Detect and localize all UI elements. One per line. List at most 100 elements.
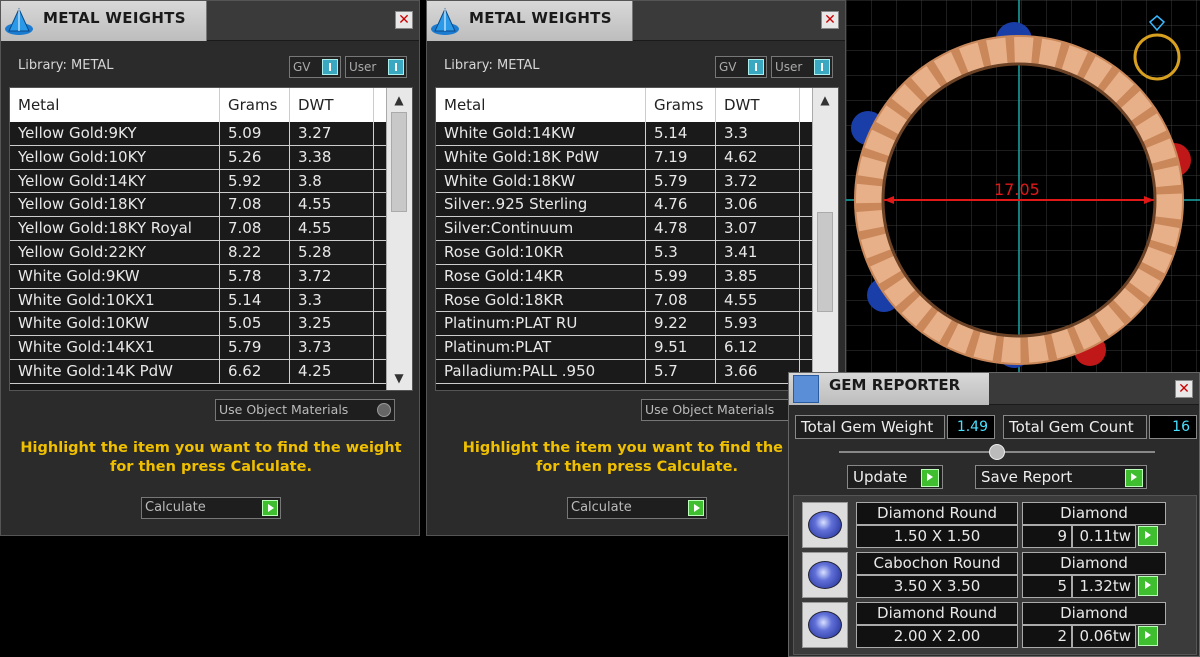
instruction-line-2: for then press Calculate. — [536, 459, 738, 475]
gv-toggle[interactable]: GV — [715, 56, 767, 78]
update-button[interactable]: Update — [847, 465, 943, 489]
gem-material: Diamond — [1022, 552, 1166, 575]
table-row[interactable]: Palladium:PALL .950 5.7 3.66 — [436, 359, 814, 384]
gv-toggle[interactable]: GV — [289, 56, 341, 78]
user-toggle[interactable]: User — [345, 56, 407, 78]
grams-cell: 5.7 — [646, 359, 716, 383]
scroll-up-icon[interactable]: ▲ — [387, 90, 411, 110]
panel-divider-slider[interactable] — [839, 444, 1155, 460]
column-header-dwt[interactable]: DWT — [716, 88, 800, 122]
scroll-down-icon[interactable]: ▼ — [387, 368, 411, 388]
grams-cell: 7.19 — [646, 145, 716, 169]
table-row[interactable]: White Gold:10KW 5.05 3.25 — [10, 312, 388, 337]
column-header-metal[interactable]: Metal — [436, 88, 646, 122]
table-row[interactable]: Silver:Continuum 4.78 3.07 — [436, 217, 814, 241]
dwt-cell: 4.55 — [716, 288, 800, 312]
dwt-cell: 3.38 — [290, 145, 374, 169]
calculate-label: Calculate — [571, 500, 632, 515]
dwt-cell: 3.72 — [290, 264, 374, 288]
column-header-metal[interactable]: Metal — [10, 88, 220, 122]
column-header-grams[interactable]: Grams — [220, 88, 290, 122]
close-icon[interactable]: ✕ — [395, 11, 413, 29]
total-gem-count-value: 16 — [1149, 415, 1197, 439]
gem-thumbnail — [802, 502, 848, 548]
gem-reporter-titlebar[interactable]: GEM REPORTER ✕ — [789, 373, 1199, 405]
table-row[interactable]: Platinum:PLAT 9.51 6.12 — [436, 336, 814, 360]
table-rows: White Gold:14KW 5.14 3.3 White Gold:18K Pd… — [436, 122, 814, 384]
table-row[interactable]: Yellow Gold:22KY 8.22 5.28 — [10, 240, 388, 265]
table-row[interactable]: White Gold:14K PdW 6.62 4.25 — [10, 359, 388, 384]
slider-knob[interactable] — [989, 444, 1005, 460]
scrollbar-thumb[interactable] — [391, 112, 407, 212]
panel-title: METAL WEIGHTS — [43, 9, 186, 27]
metal-cell: Platinum:PLAT RU — [436, 312, 646, 336]
metal-cell: Rose Gold:10KR — [436, 240, 646, 264]
column-header-grams[interactable]: Grams — [646, 88, 716, 122]
metal-cell: Yellow Gold:18KY — [10, 193, 220, 217]
grams-cell: 7.08 — [220, 193, 290, 217]
table-row[interactable]: White Gold:14KX1 5.79 3.73 — [10, 336, 388, 360]
grams-cell: 4.76 — [646, 193, 716, 217]
metal-cell: Palladium:PALL .950 — [436, 359, 646, 383]
table-row[interactable]: White Gold:9KW 5.78 3.72 — [10, 264, 388, 289]
gem-list: Diamond Round 1.50 X 1.50 Diamond 9 0.11… — [793, 495, 1197, 655]
table-scrollbar[interactable]: ▲ ▼ — [386, 88, 412, 390]
play-arrow-icon[interactable] — [1138, 576, 1158, 596]
table-row[interactable]: Yellow Gold:9KY 5.09 3.27 — [10, 122, 388, 146]
table-row[interactable]: White Gold:14KW 5.14 3.3 — [436, 122, 814, 146]
calculate-button[interactable]: Calculate — [567, 497, 707, 519]
metal-table: Metal Grams DWT White Gold:14KW 5.14 3.3 W… — [435, 87, 839, 391]
panel-tab: METAL WEIGHTS — [427, 1, 633, 41]
play-arrow-icon[interactable] — [1138, 526, 1158, 546]
instruction-line-2: for then press Calculate. — [110, 459, 312, 475]
metal-cell: Yellow Gold:18KY Royal — [10, 217, 220, 241]
table-row[interactable]: Platinum:PLAT RU 9.22 5.93 — [436, 312, 814, 337]
table-row[interactable]: Rose Gold:14KR 5.99 3.85 — [436, 264, 814, 289]
calculate-button[interactable]: Calculate — [141, 497, 281, 519]
scroll-up-icon[interactable]: ▲ — [813, 90, 837, 110]
app-logo-icon — [5, 7, 33, 35]
grams-cell: 8.22 — [220, 240, 290, 264]
table-row[interactable]: Silver:.925 Sterling 4.76 3.06 — [436, 193, 814, 218]
use-object-materials-toggle[interactable]: Use Object Materials — [215, 399, 395, 421]
panel-titlebar[interactable]: METAL WEIGHTS ✕ — [1, 1, 419, 41]
gem-list-item[interactable]: Cabochon Round 3.50 X 3.50 Diamond 5 1.3… — [802, 552, 1166, 598]
table-row[interactable]: Yellow Gold:18KY Royal 7.08 4.55 — [10, 217, 388, 241]
metal-cell: White Gold:9KW — [10, 264, 220, 288]
table-row[interactable]: Yellow Gold:18KY 7.08 4.55 — [10, 193, 388, 218]
table-row[interactable]: White Gold:18KW 5.79 3.72 — [436, 169, 814, 194]
play-arrow-icon — [921, 469, 939, 487]
column-header-dwt[interactable]: DWT — [290, 88, 374, 122]
gem-list-item[interactable]: Diamond Round 2.00 X 2.00 Diamond 2 0.06… — [802, 602, 1166, 648]
save-report-button[interactable]: Save Report — [975, 465, 1147, 489]
grams-cell: 5.14 — [220, 288, 290, 312]
table-scrollbar[interactable]: ▲ ▼ — [812, 88, 838, 390]
gv-toggle-label: GV — [719, 60, 737, 74]
dwt-cell: 3.27 — [290, 122, 374, 145]
save-report-label: Save Report — [981, 468, 1073, 486]
gv-toggle-label: GV — [293, 60, 311, 74]
play-arrow-icon[interactable] — [1138, 626, 1158, 646]
3d-viewport[interactable]: 17.05 — [846, 0, 1200, 380]
close-icon[interactable]: ✕ — [821, 11, 839, 29]
close-icon[interactable]: ✕ — [1175, 380, 1193, 398]
table-row[interactable]: White Gold:18K PdW 7.19 4.62 — [436, 145, 814, 170]
gem-list-item[interactable]: Diamond Round 1.50 X 1.50 Diamond 9 0.11… — [802, 502, 1166, 548]
gem-shape: Diamond Round — [856, 502, 1018, 525]
toggle-dot-icon — [377, 403, 391, 417]
metal-cell: Silver:Continuum — [436, 217, 646, 241]
table-row[interactable]: Rose Gold:18KR 7.08 4.55 — [436, 288, 814, 313]
dwt-cell: 3.06 — [716, 193, 800, 217]
table-row[interactable]: Rose Gold:10KR 5.3 3.41 — [436, 240, 814, 265]
metal-table: Metal Grams DWT Yellow Gold:9KY 5.09 3.27 … — [9, 87, 413, 391]
grams-cell: 4.78 — [646, 217, 716, 241]
panel-titlebar[interactable]: METAL WEIGHTS ✕ — [427, 1, 845, 41]
table-row[interactable]: Yellow Gold:14KY 5.92 3.8 — [10, 169, 388, 194]
gem-reporter-tab: GEM REPORTER — [789, 373, 989, 405]
table-row[interactable]: Yellow Gold:10KY 5.26 3.38 — [10, 145, 388, 170]
scrollbar-thumb[interactable] — [817, 212, 833, 312]
user-toggle[interactable]: User — [771, 56, 833, 78]
dwt-cell: 6.12 — [716, 336, 800, 360]
dwt-cell: 3.3 — [290, 288, 374, 312]
table-row[interactable]: White Gold:10KX1 5.14 3.3 — [10, 288, 388, 313]
